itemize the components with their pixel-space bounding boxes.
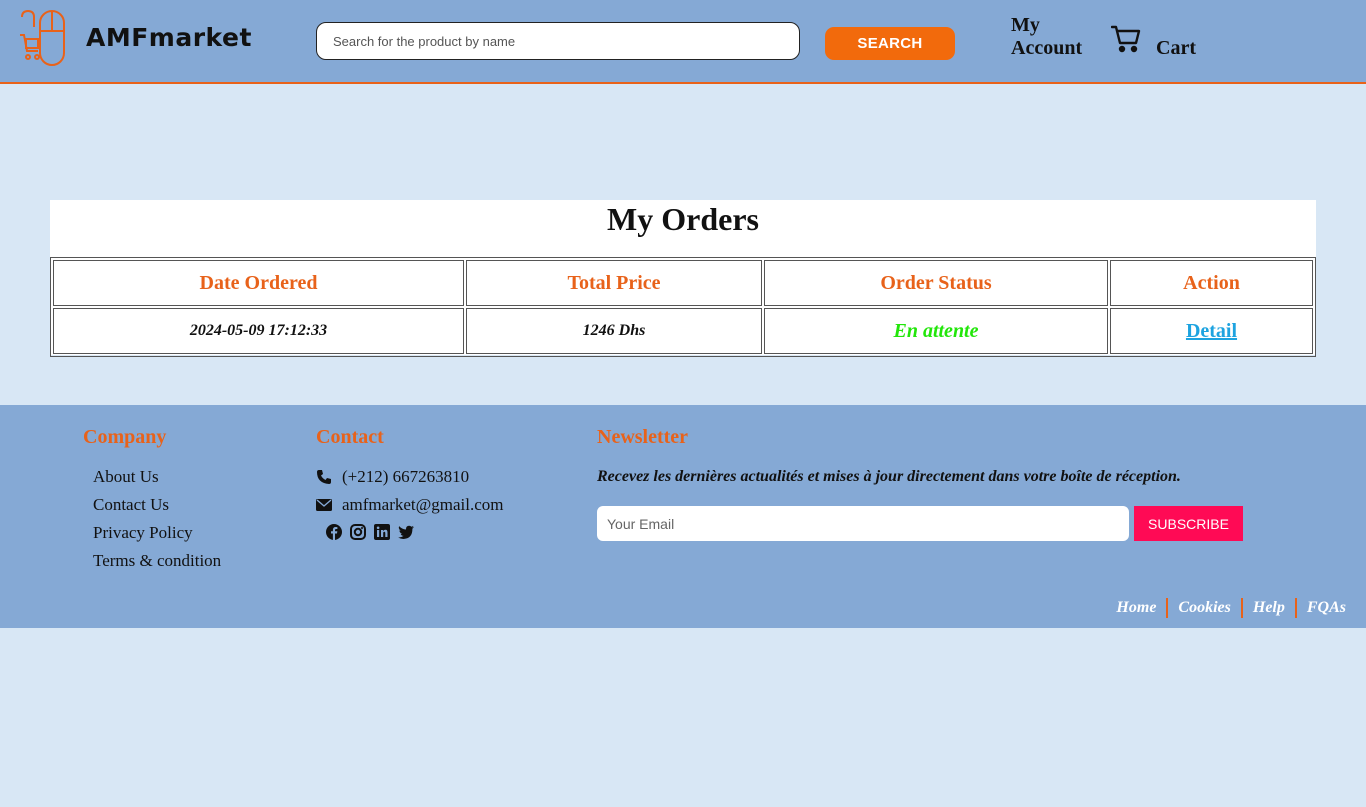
social-links [326,524,414,540]
newsletter-heading: Newsletter [597,426,689,448]
twitter-icon[interactable] [398,524,414,540]
cart-link[interactable]: Cart [1156,37,1196,60]
table-header-row: Date Ordered Total Price Order Status Ac… [53,260,1313,306]
column-header-date: Date Ordered [53,260,464,306]
table-row: 2024-05-09 17:12:33 1246 Dhs En attente … [53,308,1313,354]
orders-table: Date Ordered Total Price Order Status Ac… [50,257,1316,357]
instagram-icon[interactable] [350,524,366,540]
orders-panel: My Orders Date Ordered Total Price Order… [50,200,1316,357]
footer-bottom-nav: Home Cookies Help FQAs [1106,598,1346,618]
subscribe-button[interactable]: SUBSCRIBE [1134,506,1243,541]
my-account-link[interactable]: My Account [1011,14,1082,60]
phone-number: (+212) 667263810 [342,467,470,486]
footer-link-contact[interactable]: Contact Us [93,495,169,515]
footer-link-home[interactable]: Home [1106,598,1166,618]
footer-link-about[interactable]: About Us [93,467,159,487]
cart-icon[interactable] [1111,24,1141,54]
newsletter-email-input[interactable] [597,506,1129,541]
search-input[interactable] [316,22,800,60]
order-date: 2024-05-09 17:12:33 [53,308,464,354]
brand-name: AMFmarket [86,22,252,52]
company-heading: Company [83,426,167,448]
order-total: 1246 Dhs [466,308,762,354]
footer-link-terms[interactable]: Terms & condition [93,551,221,571]
envelope-icon [316,499,332,511]
search-button[interactable]: SEARCH [825,27,955,60]
footer-link-privacy[interactable]: Privacy Policy [93,523,193,543]
order-detail-link[interactable]: Detail [1186,320,1237,342]
column-header-action: Action [1110,260,1313,306]
email-address: amfmarket@gmail.com [342,495,504,514]
linkedin-icon[interactable] [374,524,390,540]
column-header-status: Order Status [764,260,1108,306]
header: AMFmarket SEARCH My Account Cart [0,0,1366,84]
column-header-total: Total Price [466,260,762,306]
footer-link-faqs[interactable]: FQAs [1294,598,1346,618]
footer-link-help[interactable]: Help [1240,598,1295,618]
contact-email: amfmarket@gmail.com [316,495,504,515]
contact-heading: Contact [316,426,384,448]
brand-logo[interactable]: AMFmarket [18,7,252,67]
order-status: En attente [764,308,1108,354]
phone-icon [317,470,331,484]
order-action-cell: Detail [1110,308,1313,354]
account-label-line1: My [1011,14,1040,36]
footer-link-cookies[interactable]: Cookies [1166,598,1240,618]
newsletter-text: Recevez les dernières actualités et mise… [597,468,1181,485]
account-label-line2: Account [1011,37,1083,59]
page-title: My Orders [607,201,759,237]
logo-icon [20,9,65,66]
contact-phone: (+212) 667263810 [316,467,469,487]
facebook-icon[interactable] [326,524,342,540]
footer: Company About Us Contact Us Privacy Poli… [0,405,1366,628]
